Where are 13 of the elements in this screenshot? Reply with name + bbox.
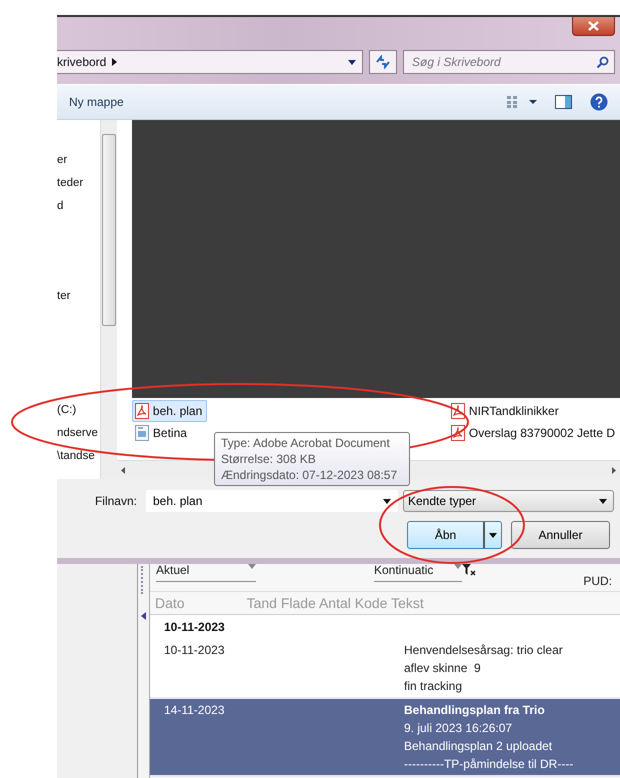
entry-text: 9. juli 2023 16:26:07 bbox=[404, 720, 514, 737]
date-cell-text: 14-11-2023 bbox=[164, 702, 226, 719]
entry-text: fin tracking bbox=[404, 678, 464, 695]
filename-label: Filnavn: bbox=[94, 494, 137, 508]
pud-label: PUD: bbox=[583, 574, 612, 588]
entry-text: Henvendelsesårsag: trio clear bbox=[404, 642, 564, 659]
entry-text: aflev skinne 9 bbox=[404, 660, 482, 677]
date-cell-text: 10-11-2023 bbox=[164, 642, 226, 659]
entry-text: Behandlingsplan 2 uploadet bbox=[404, 738, 554, 755]
entry-title: Behandlingsplan fra Trio bbox=[404, 702, 546, 719]
date-group-header: 10-11-2023 bbox=[150, 614, 620, 639]
file-tooltip: Type: Adobe Acrobat Document Størrelse: 308 KB Ændringsdato: 07-12-2023 08:57 bbox=[214, 432, 410, 486]
entry-text: ----------TP-påmindelse til DR---- bbox=[404, 756, 574, 773]
